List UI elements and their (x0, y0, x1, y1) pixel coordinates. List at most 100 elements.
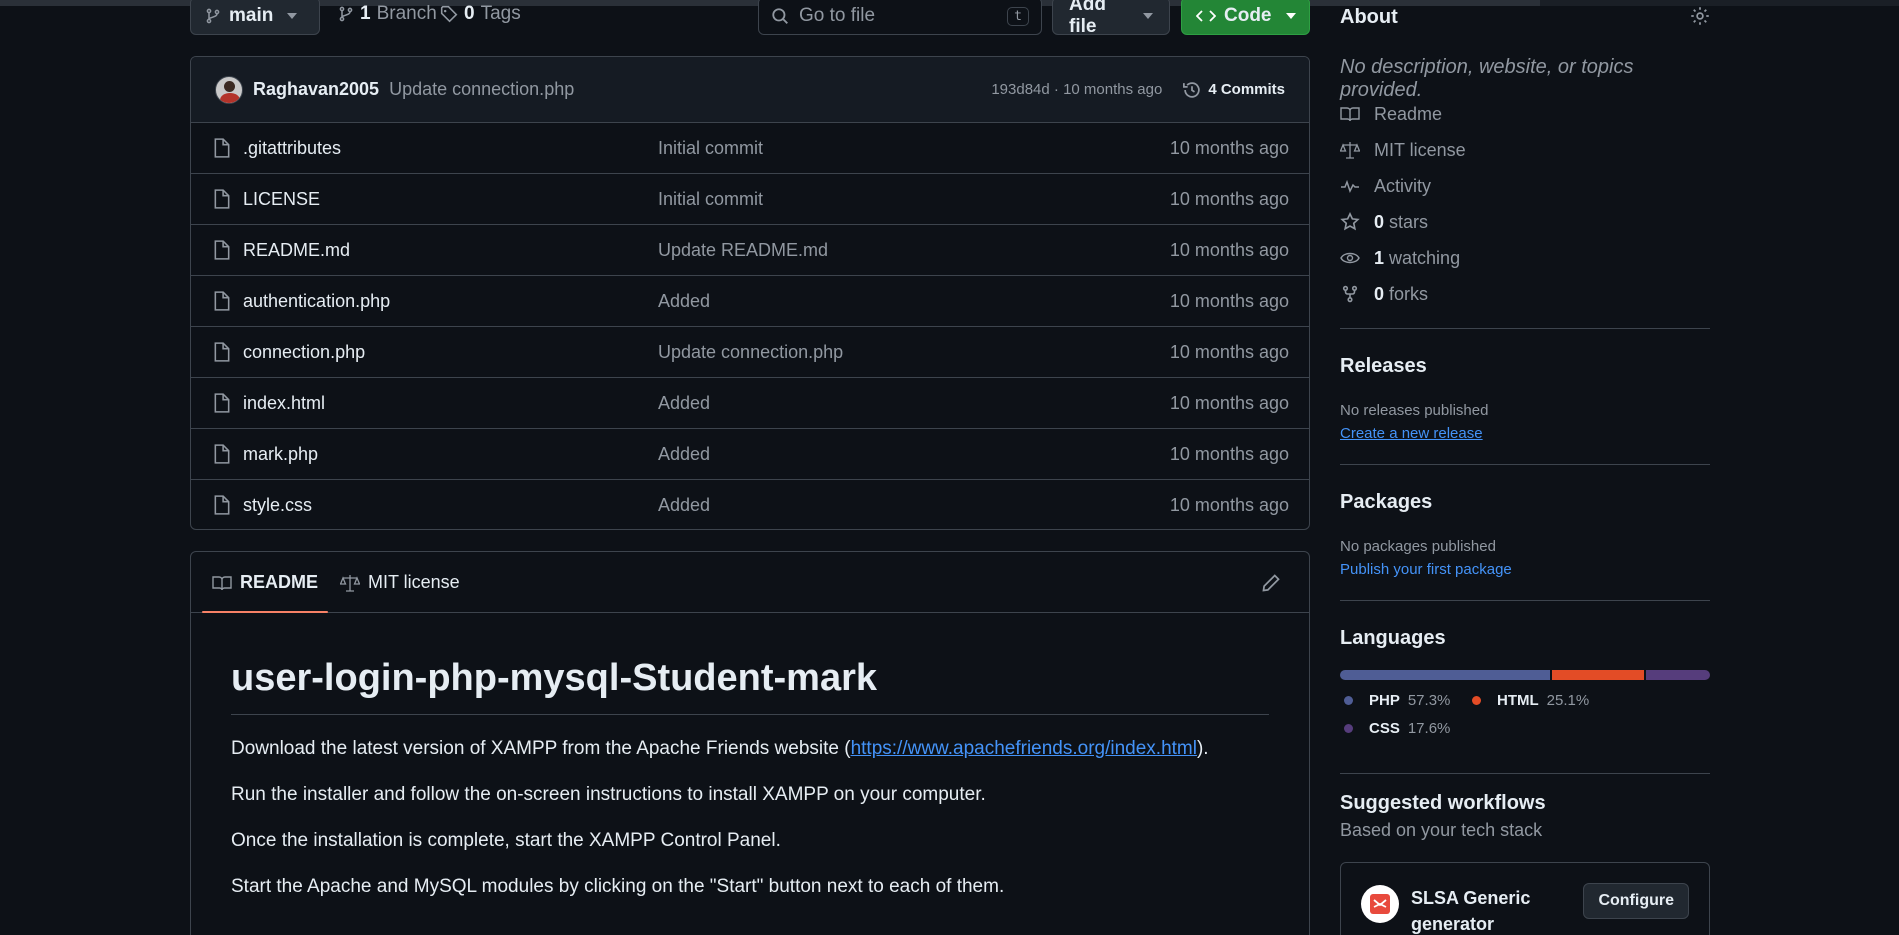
repo-forked-icon (1342, 285, 1358, 303)
chevron-down-icon (287, 13, 298, 19)
table-row: mark.php Added 10 months ago (191, 429, 1309, 480)
file-commit-message[interactable]: Initial commit (658, 189, 763, 210)
search-placeholder: Go to file (799, 5, 876, 26)
code-label: Code (1224, 5, 1272, 26)
file-commit-date: 10 months ago (1169, 443, 1289, 464)
chevron-down-icon (1143, 13, 1153, 19)
slsa-logo-icon (1361, 885, 1399, 923)
book-icon (1340, 107, 1360, 122)
file-icon (214, 342, 230, 362)
watching-count: 1 (1374, 247, 1385, 268)
file-name-link[interactable]: authentication.php (243, 291, 390, 312)
language-item-css[interactable]: CSS 17.6% (1344, 720, 1450, 737)
configure-button[interactable]: Configure (1583, 883, 1689, 919)
tab-license[interactable]: MIT license (340, 552, 460, 613)
languages-title: Languages (1340, 627, 1446, 649)
file-icon (214, 393, 230, 413)
readme-title: user-login-php-mysql-Student-mark (231, 657, 1269, 715)
activity-link[interactable]: Activity (1340, 168, 1710, 204)
language-dot (1472, 696, 1481, 705)
file-commit-message[interactable]: Update README.md (658, 240, 828, 261)
commit-message[interactable]: Update connection.php (389, 79, 574, 100)
search-shortcut-key: t (1007, 6, 1029, 26)
branches-link[interactable]: 1 Branch (338, 3, 437, 25)
stars-link[interactable]: 0 stars (1340, 204, 1710, 240)
file-commit-date: 10 months ago (1169, 239, 1289, 260)
license-link[interactable]: MIT license (1340, 132, 1710, 168)
license-link-label: MIT license (1374, 139, 1466, 160)
branch-selector-button[interactable]: main (190, 0, 320, 35)
readme-paragraph: Once the installation is complete, start… (231, 830, 781, 851)
create-release-link[interactable]: Create a new release (1340, 425, 1483, 442)
workflow-card: SLSA Generic generator Configure (1340, 862, 1710, 935)
table-row: connection.php Update connection.php 10 mo… (191, 327, 1309, 378)
add-file-button[interactable]: Add file (1052, 0, 1170, 37)
table-row: index.html Added 10 months ago (191, 378, 1309, 429)
avatar[interactable] (215, 75, 243, 104)
go-to-file-input[interactable]: Go to file t (758, 0, 1042, 35)
watchers-link[interactable]: 1 watching (1340, 240, 1710, 276)
file-commit-date: 10 months ago (1169, 495, 1289, 515)
file-name-link[interactable]: index.html (243, 393, 325, 414)
forks-link[interactable]: 0 forks (1340, 276, 1710, 312)
latest-commit-bar: Raghavan2005 Update connection.php 193d8… (191, 57, 1309, 123)
language-bar-segment-php (1340, 670, 1550, 680)
file-commit-message[interactable]: Added (658, 444, 710, 465)
workflows-title: Suggested workflows (1340, 792, 1546, 814)
file-commit-message[interactable]: Added (658, 393, 710, 414)
divider (1340, 600, 1710, 601)
law-icon (340, 574, 360, 592)
file-name-link[interactable]: connection.php (243, 342, 365, 363)
file-icon (214, 138, 230, 158)
readme-link[interactable]: Readme (1340, 96, 1710, 132)
publish-package-link[interactable]: Publish your first package (1340, 561, 1512, 578)
file-icon (214, 291, 230, 311)
branch-count: 1 (360, 3, 371, 24)
divider (1340, 328, 1710, 329)
activity-link-label: Activity (1374, 175, 1432, 196)
file-icon (214, 240, 230, 260)
book-icon (212, 575, 232, 590)
releases-title[interactable]: Releases (1340, 355, 1427, 378)
code-icon (1196, 10, 1216, 22)
packages-title[interactable]: Packages (1340, 491, 1432, 514)
language-item-php[interactable]: PHP 57.3% (1344, 692, 1450, 709)
no-packages-text: No packages published (1340, 538, 1496, 555)
readme-panel: README MIT license user-login-php-mysql-… (190, 551, 1310, 935)
tag-word: Tags (480, 3, 521, 24)
readme-tabs: README MIT license (191, 552, 1309, 613)
table-row: LICENSE Initial commit 10 months ago (191, 174, 1309, 225)
code-button[interactable]: Code (1181, 0, 1310, 35)
commit-author[interactable]: Raghavan2005 (253, 79, 379, 100)
commit-hash-time[interactable]: 193d84d · 10 months ago (991, 81, 1162, 98)
file-icon (214, 495, 230, 515)
file-commit-message[interactable]: Added (658, 291, 710, 312)
pencil-edit-icon[interactable] (1261, 573, 1281, 593)
file-commit-message[interactable]: Initial commit (658, 138, 763, 159)
table-row: authentication.php Added 10 months ago (191, 276, 1309, 327)
file-name-link[interactable]: LICENSE (243, 189, 320, 210)
language-dot (1344, 724, 1353, 733)
file-name-link[interactable]: .gitattributes (243, 138, 341, 159)
file-commit-date: 10 months ago (1169, 341, 1289, 362)
file-name-link[interactable]: README.md (243, 240, 350, 261)
tags-link[interactable]: 0 Tags (440, 3, 521, 25)
add-file-label: Add file (1069, 0, 1106, 37)
workflow-name[interactable]: SLSA Generic generator (1411, 885, 1530, 935)
file-name-link[interactable]: style.css (243, 495, 312, 516)
tab-readme[interactable]: README (201, 552, 329, 613)
apachefriends-link[interactable]: https://www.apachefriends.org/index.html (851, 738, 1197, 759)
workflows-subtitle: Based on your tech stack (1340, 820, 1543, 840)
language-item-html[interactable]: HTML 25.1% (1472, 692, 1589, 709)
file-commit-message[interactable]: Update connection.php (658, 342, 843, 363)
file-icon (214, 444, 230, 464)
commits-link[interactable]: 4 Commits (1182, 80, 1285, 100)
law-icon (1340, 142, 1360, 159)
readme-link-label: Readme (1374, 103, 1443, 124)
pulse-icon (1341, 179, 1359, 193)
file-name-link[interactable]: mark.php (243, 444, 318, 465)
gear-icon[interactable] (1690, 6, 1710, 26)
file-commit-message[interactable]: Added (658, 495, 710, 516)
languages-bar (1340, 670, 1710, 680)
history-icon (1183, 81, 1201, 98)
